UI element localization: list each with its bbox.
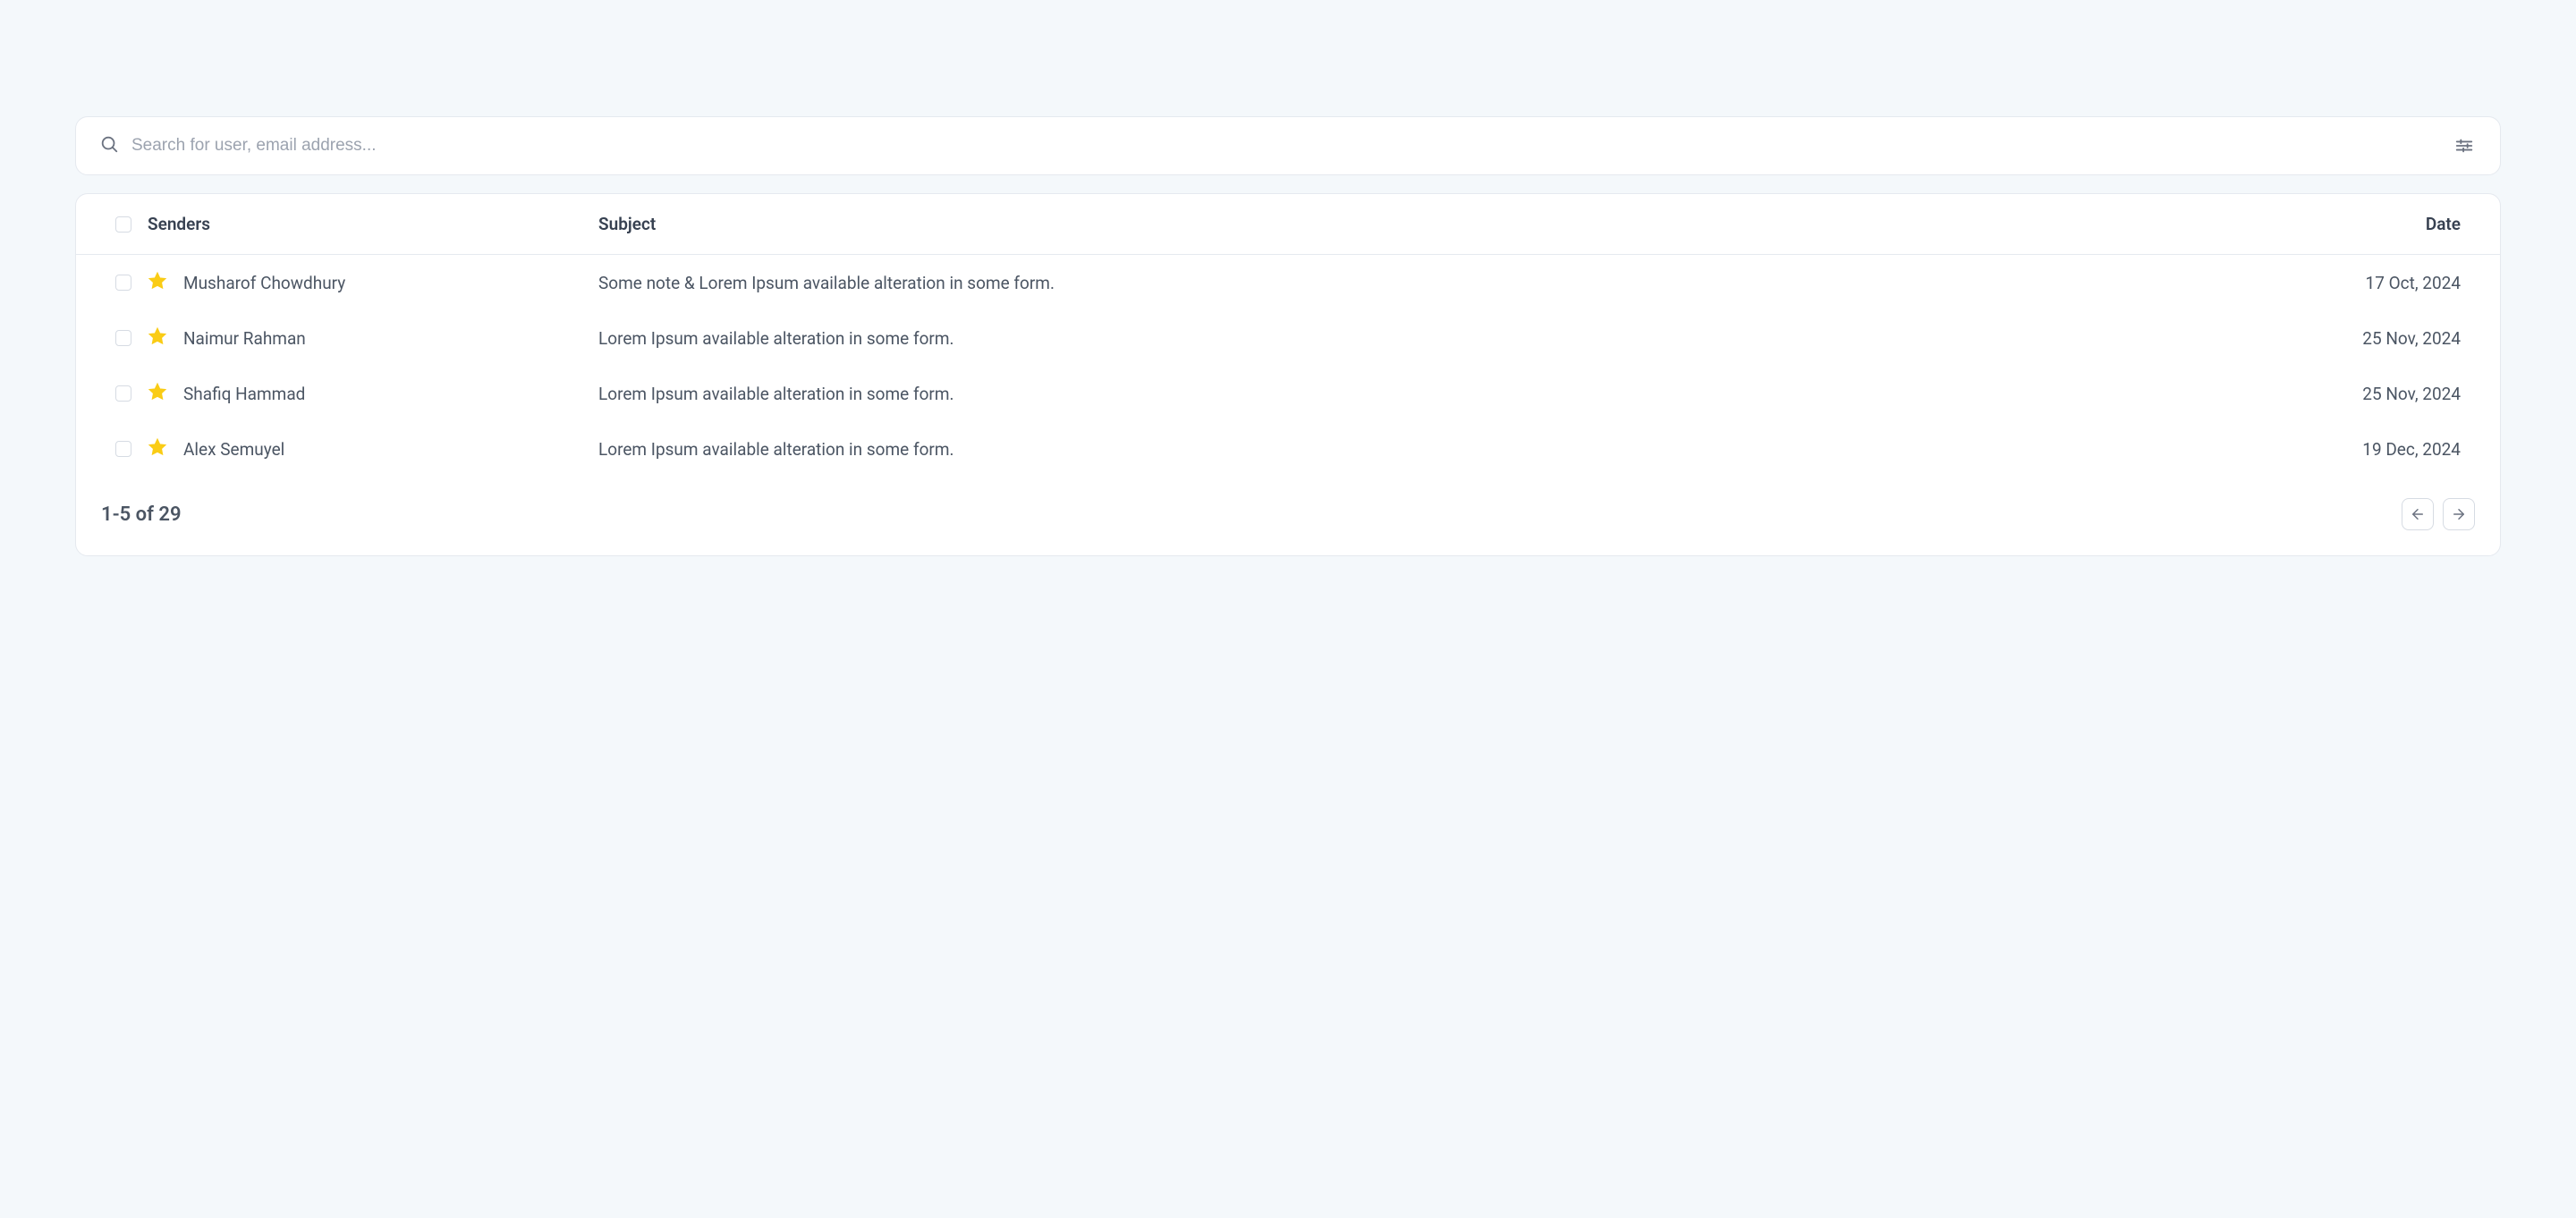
row-checkbox[interactable] xyxy=(115,441,131,457)
sender-cell: Musharof Chowdhury xyxy=(115,271,598,294)
search-bar xyxy=(75,116,2501,175)
select-all-checkbox[interactable] xyxy=(115,216,131,233)
table-row[interactable]: Naimur Rahman Lorem Ipsum available alte… xyxy=(76,310,2500,366)
next-page-button[interactable] xyxy=(2443,498,2475,530)
subject-cell: Lorem Ipsum available alteration in some… xyxy=(598,328,2228,349)
header-senders-group: Senders xyxy=(115,214,598,234)
arrow-right-icon xyxy=(2451,506,2467,522)
date-cell: 19 Dec, 2024 xyxy=(2228,439,2461,460)
sender-cell: Alex Semuyel xyxy=(115,437,598,461)
star-icon[interactable] xyxy=(148,437,167,461)
search-icon xyxy=(99,134,119,157)
subject-cell: Lorem Ipsum available alteration in some… xyxy=(598,439,2228,460)
sender-name: Shafiq Hammad xyxy=(183,384,305,404)
date-cell: 25 Nov, 2024 xyxy=(2228,384,2461,404)
table-header: Senders Subject Date xyxy=(76,194,2500,255)
subject-cell: Some note & Lorem Ipsum available altera… xyxy=(598,273,2228,293)
search-left xyxy=(99,134,2452,157)
star-icon[interactable] xyxy=(148,326,167,350)
star-icon[interactable] xyxy=(148,271,167,294)
prev-page-button[interactable] xyxy=(2402,498,2434,530)
row-checkbox[interactable] xyxy=(115,385,131,402)
pagination-summary: 1-5 of 29 xyxy=(101,503,182,526)
filter-button[interactable] xyxy=(2452,133,2477,158)
sender-name: Naimur Rahman xyxy=(183,328,306,349)
sender-cell: Naimur Rahman xyxy=(115,326,598,350)
row-checkbox[interactable] xyxy=(115,275,131,291)
date-cell: 17 Oct, 2024 xyxy=(2228,273,2461,293)
search-input[interactable] xyxy=(131,136,2452,156)
column-header-senders: Senders xyxy=(148,214,210,234)
date-cell: 25 Nov, 2024 xyxy=(2228,328,2461,349)
star-icon[interactable] xyxy=(148,382,167,405)
table-row[interactable]: Alex Semuyel Lorem Ipsum available alter… xyxy=(76,421,2500,477)
table-footer: 1-5 of 29 xyxy=(76,477,2500,555)
pagination-controls xyxy=(2402,498,2475,530)
email-table: Senders Subject Date Musharof Chowdhury … xyxy=(75,193,2501,556)
sliders-icon xyxy=(2454,136,2474,156)
column-header-subject: Subject xyxy=(598,214,2228,234)
table-row[interactable]: Shafiq Hammad Lorem Ipsum available alte… xyxy=(76,366,2500,421)
sender-cell: Shafiq Hammad xyxy=(115,382,598,405)
row-checkbox[interactable] xyxy=(115,330,131,346)
sender-name: Alex Semuyel xyxy=(183,439,284,460)
subject-cell: Lorem Ipsum available alteration in some… xyxy=(598,384,2228,404)
table-row[interactable]: Musharof Chowdhury Some note & Lorem Ips… xyxy=(76,255,2500,310)
sender-name: Musharof Chowdhury xyxy=(183,273,345,293)
column-header-date: Date xyxy=(2228,214,2461,234)
arrow-left-icon xyxy=(2410,506,2426,522)
